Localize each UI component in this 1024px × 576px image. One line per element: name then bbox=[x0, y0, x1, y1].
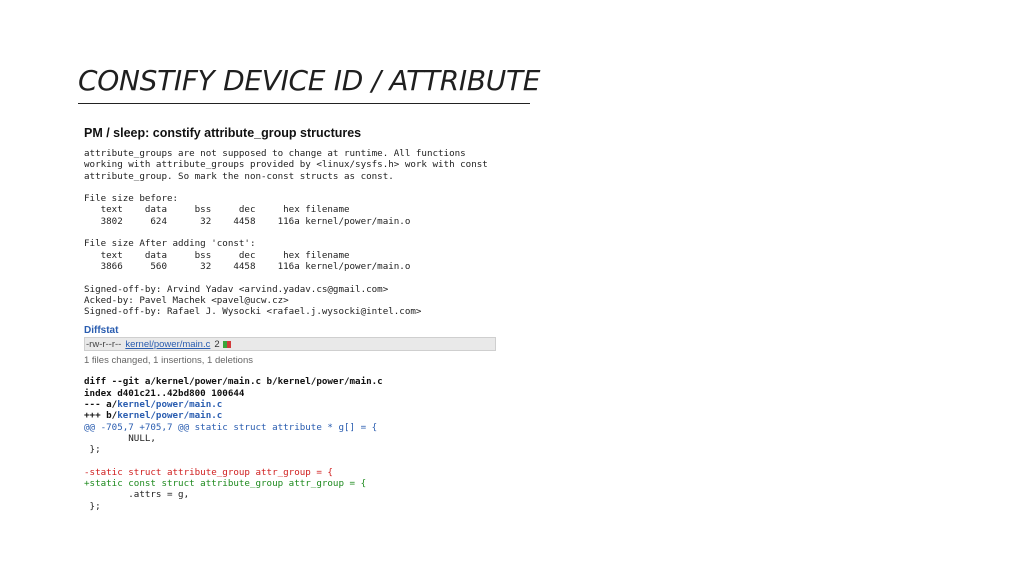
size-table-row: text data bss dec hex filename bbox=[84, 204, 350, 216]
diff-hunk-header: @@ -705,7 +705,7 @@ static struct attrib… bbox=[84, 421, 378, 433]
commit-body-line: attribute_group. So mark the non-const s… bbox=[84, 170, 394, 182]
size-table-row: text data bss dec hex filename bbox=[84, 249, 350, 261]
title-underline bbox=[78, 103, 530, 104]
diffstat-count: 2 bbox=[214, 338, 220, 350]
commit-screenshot: PM / sleep: constify attribute_group str… bbox=[84, 126, 514, 512]
diffstat-title[interactable]: Diffstat bbox=[84, 325, 514, 336]
diff-context-line: .attrs = g, bbox=[84, 489, 190, 501]
diff-context-line: }; bbox=[84, 500, 101, 512]
size-table-row: 3802 624 32 4458 116a kernel/power/main.… bbox=[84, 215, 411, 227]
signoff-line: Signed-off-by: Rafael J. Wysocki <rafael… bbox=[84, 306, 422, 318]
old-file-link[interactable]: kernel/power/main.c bbox=[117, 399, 222, 410]
signoff-line: Acked-by: Pavel Machek <pavel@ucw.cz> bbox=[84, 294, 289, 306]
size-before-label: File size before: bbox=[84, 193, 179, 205]
diff-added-line: +static const struct attribute_group att… bbox=[84, 478, 367, 490]
diff-context-line: }; bbox=[84, 444, 101, 456]
diff-header: diff --git a/kernel/power/main.c b/kerne… bbox=[84, 376, 383, 388]
size-table-row: 3866 560 32 4458 116a kernel/power/main.… bbox=[84, 260, 411, 272]
file-permissions: -rw-r--r-- bbox=[86, 338, 122, 350]
diff-old-file: --- a/kernel/power/main.c bbox=[84, 399, 223, 411]
commit-message: attribute_groups are not supposed to cha… bbox=[84, 148, 514, 317]
diffstat-summary: 1 files changed, 1 insertions, 1 deletio… bbox=[84, 355, 253, 367]
diff-index: index d401c21..42bd800 100644 bbox=[84, 387, 245, 399]
commit-body-line: attribute_groups are not supposed to cha… bbox=[84, 148, 466, 159]
diffstat-row: -rw-r--r-- kernel/power/main.c 2 bbox=[84, 337, 496, 352]
slide-title: CONSTIFY DEVICE ID / ATTRIBUTE bbox=[78, 64, 541, 97]
signoff-line: Signed-off-by: Arvind Yadav <arvind.yada… bbox=[84, 283, 389, 295]
diffstat-file-link[interactable]: kernel/power/main.c bbox=[125, 339, 210, 350]
diff-new-file: +++ b/kernel/power/main.c bbox=[84, 410, 223, 422]
commit-body-line: working with attribute_groups provided b… bbox=[84, 159, 488, 171]
size-after-label: File size After adding 'const': bbox=[84, 238, 256, 250]
deletions-bar bbox=[226, 340, 231, 348]
diff-view: diff --git a/kernel/power/main.c b/kerne… bbox=[84, 376, 514, 512]
diff-context-line: NULL, bbox=[84, 432, 156, 444]
new-file-link[interactable]: kernel/power/main.c bbox=[117, 410, 222, 421]
commit-subject: PM / sleep: constify attribute_group str… bbox=[84, 126, 362, 140]
diff-removed-line: -static struct attribute_group attr_grou… bbox=[84, 466, 333, 478]
